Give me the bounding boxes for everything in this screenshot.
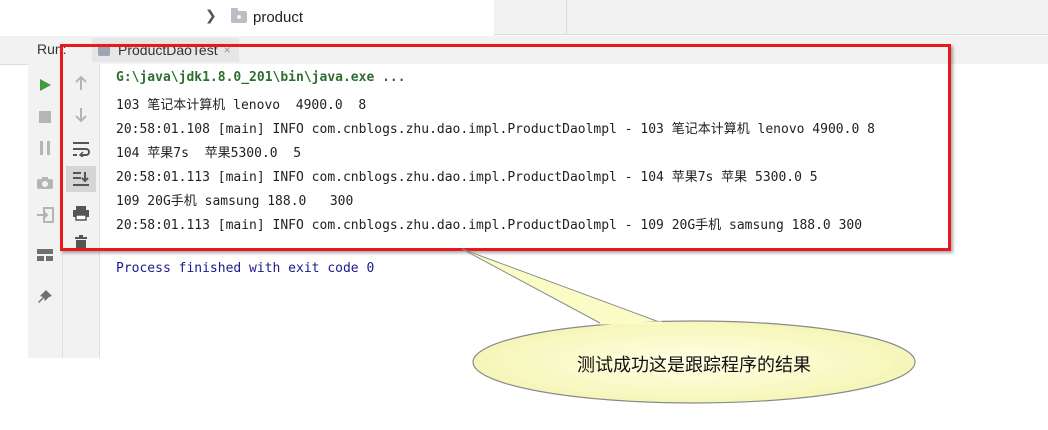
trash-icon[interactable]	[63, 230, 99, 256]
console-line: 20:58:01.113 [main] INFO com.cnblogs.zhu…	[116, 170, 818, 185]
soft-wrap-icon[interactable]	[63, 136, 99, 162]
console-line: G:\java\jdk1.8.0_201\bin\java.exe ...	[116, 70, 406, 85]
console-line: 109 20G手机 samsung 188.0 300	[116, 194, 354, 209]
pin-icon[interactable]	[28, 284, 62, 310]
console-output[interactable]: G:\java\jdk1.8.0_201\bin\java.exe ... 10…	[100, 64, 1048, 358]
console-line: 20:58:01.108 [main] INFO com.cnblogs.zhu…	[116, 122, 875, 137]
run-toolbar	[28, 64, 63, 358]
callout-text: 测试成功这是跟踪程序的结果	[577, 355, 811, 376]
console-line: 20:58:01.113 [main] INFO com.cnblogs.zhu…	[116, 218, 863, 233]
folder-icon	[231, 8, 247, 23]
run-icon[interactable]	[28, 72, 62, 98]
tab-label: ProductDaoTest	[118, 42, 218, 58]
login-icon[interactable]	[28, 202, 62, 228]
up-arrow-icon[interactable]	[63, 70, 99, 96]
pause-icon[interactable]	[28, 135, 62, 161]
chevron-right-icon[interactable]: ❯	[205, 8, 217, 24]
console-toolbar	[63, 64, 100, 358]
print-icon[interactable]	[63, 200, 99, 226]
close-icon[interactable]: ×	[224, 43, 231, 57]
run-panel-header: Run: ProductDaoTest ×	[0, 36, 1048, 65]
stop-icon[interactable]	[28, 104, 62, 130]
process-finished-text: Process finished with exit code 0	[116, 261, 375, 276]
project-tree: ❯ product	[0, 0, 495, 36]
layout-icon[interactable]	[28, 242, 62, 268]
down-arrow-icon[interactable]	[63, 102, 99, 128]
scroll-to-end-icon[interactable]	[66, 166, 96, 192]
tab-product-dao-test[interactable]: ProductDaoTest ×	[92, 38, 239, 62]
run-label: Run:	[37, 41, 67, 57]
console-line: 104 苹果7s 苹果5300.0 5	[116, 146, 302, 161]
editor-area	[494, 0, 1048, 35]
tree-item-product[interactable]: product	[253, 9, 303, 26]
camera-icon[interactable]	[28, 170, 62, 196]
console-line: 103 笔记本计算机 lenovo 4900.0 8	[116, 98, 367, 113]
test-config-icon	[98, 44, 110, 56]
